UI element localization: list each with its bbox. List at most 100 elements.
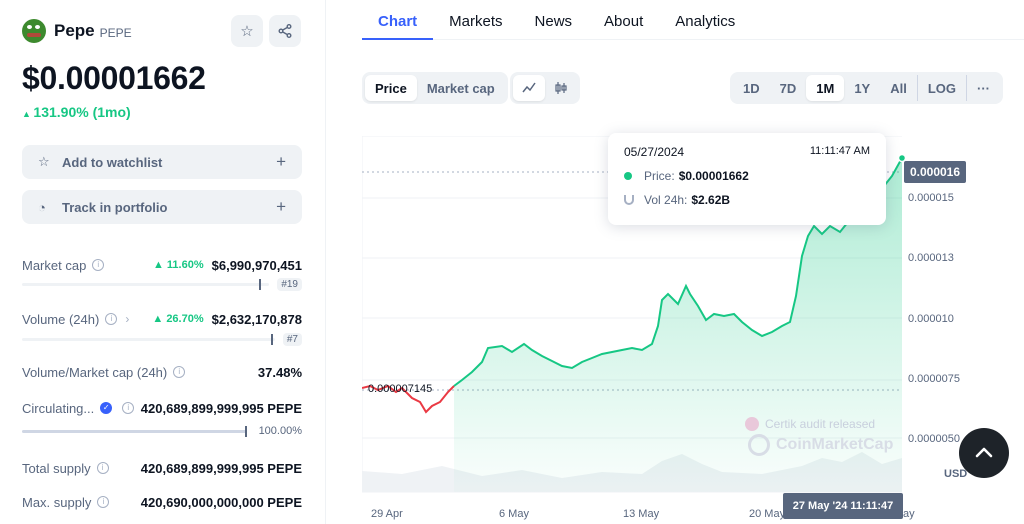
- candle-chart-button[interactable]: [545, 75, 577, 101]
- price-dot-icon: [624, 172, 632, 180]
- toggle-market-cap[interactable]: Market cap: [417, 75, 505, 101]
- chart-tooltip: 05/27/2024 11:11:47 AM Price: $0.0000166…: [608, 133, 886, 225]
- coin-overview-panel: Pepe PEPE ☆ $0.00001662 ▲ 131.90% (1mo) …: [0, 0, 326, 524]
- rank-bar: [22, 278, 270, 290]
- tooltip-vol-label: Vol 24h:: [644, 193, 688, 207]
- certik-icon: [745, 417, 759, 431]
- coin-name: Pepe: [54, 21, 95, 40]
- cmc-watermark: CoinMarketCap: [748, 434, 893, 456]
- info-icon[interactable]: i: [122, 402, 135, 414]
- tooltip-vol-value: $2.62B: [691, 193, 731, 207]
- info-icon[interactable]: i: [173, 366, 186, 378]
- price-change: ▲ 131.90% (1mo): [22, 104, 131, 120]
- tab-about[interactable]: About: [588, 0, 659, 40]
- hover-time-label: 27 May '24 11:11:47: [783, 493, 903, 519]
- share-icon: [278, 24, 292, 38]
- y-tick: 0.0000075: [908, 373, 960, 385]
- line-chart-button[interactable]: [513, 75, 545, 101]
- coin-header: Pepe PEPE ☆: [22, 14, 304, 48]
- stat-label: Volume (24h): [22, 311, 100, 327]
- stat-label: Volume/Market cap (24h): [22, 364, 168, 380]
- stat-label: Circulating...: [22, 400, 95, 416]
- toggle-price[interactable]: Price: [365, 75, 417, 101]
- rank-bar: [22, 333, 275, 345]
- plus-icon: +: [276, 152, 286, 171]
- range-1d[interactable]: 1D: [733, 75, 770, 101]
- stat-value: 420,689,899,999,995 PEPE: [140, 460, 302, 476]
- currency-label: USD: [944, 468, 968, 480]
- x-tick: ay: [903, 508, 915, 520]
- tab-markets[interactable]: Markets: [433, 0, 518, 40]
- share-button[interactable]: [269, 15, 301, 47]
- stat-label: Total supply: [22, 460, 91, 476]
- tab-chart[interactable]: Chart: [362, 0, 434, 40]
- stat-value: 420,689,899,999,995 PEPE: [140, 400, 302, 416]
- stat-label: Max. supply: [22, 494, 92, 510]
- tab-analytics[interactable]: Analytics: [659, 0, 751, 40]
- price-mcap-toggle: Price Market cap: [362, 72, 508, 104]
- star-icon: ☆: [38, 154, 50, 169]
- range-1y[interactable]: 1Y: [844, 75, 880, 101]
- stat-market-cap: Market cap i ▲ 11.60% $6,990,970,451: [22, 255, 302, 275]
- y-tick: 0.000010: [908, 313, 954, 325]
- log-scale-toggle[interactable]: LOG: [916, 75, 966, 101]
- x-tick: 6 May: [499, 508, 529, 520]
- info-icon[interactable]: i: [97, 496, 110, 508]
- stat-volume: Volume (24h) i › ▲ 26.70% $2,632,170,878: [22, 309, 302, 329]
- stat-max-supply: Max. supply i 420,690,000,000,000 PEPE: [22, 492, 302, 512]
- tooltip-price-value: $0.00001662: [678, 169, 749, 183]
- x-tick: 29 Apr: [371, 508, 403, 520]
- stat-label: Market cap: [22, 257, 87, 273]
- time-range-selector: 1D 7D 1M 1Y All LOG ···: [730, 72, 1004, 104]
- stat-value: $6,990,970,451: [211, 257, 302, 273]
- scroll-to-top-button[interactable]: [959, 428, 1009, 478]
- stat-value: 420,690,000,000,000 PEPE: [140, 494, 302, 510]
- chevron-up-icon: [975, 447, 993, 458]
- stat-change: ▲ 11.60%: [152, 259, 204, 271]
- progress-bar: [22, 425, 247, 437]
- line-chart-icon: [522, 82, 536, 93]
- circulating-pct: 100.00%: [258, 425, 302, 437]
- plus-icon: +: [276, 197, 286, 216]
- stat-total-supply: Total supply i 420,689,899,999,995 PEPE: [22, 458, 302, 478]
- star-button[interactable]: ☆: [231, 15, 263, 47]
- main-tabs: Chart Markets News About Analytics: [362, 0, 1024, 40]
- tooltip-date: 05/27/2024: [624, 145, 685, 159]
- pie-chart-icon: ◔: [38, 199, 46, 215]
- tooltip-time: 11:11:47 AM: [809, 145, 870, 157]
- volume-icon: [624, 195, 634, 205]
- range-all[interactable]: All: [880, 75, 917, 101]
- market-cap-rank: #19: [22, 277, 302, 291]
- star-icon: ☆: [240, 23, 254, 40]
- certik-watermark: Certik audit released: [745, 417, 875, 431]
- track-portfolio-button[interactable]: ◔ Track in portfolio +: [22, 190, 302, 224]
- info-icon[interactable]: i: [96, 462, 109, 474]
- chevron-right-icon[interactable]: ›: [125, 312, 129, 326]
- x-tick: 13 May: [623, 508, 660, 520]
- caret-up-icon: ▲: [22, 109, 34, 119]
- stat-circulating: Circulating... ✓ i 420,689,899,999,995 P…: [22, 398, 302, 418]
- add-to-watchlist-button[interactable]: ☆ Add to watchlist +: [22, 145, 302, 179]
- volume-rank: #7: [22, 332, 302, 346]
- tooltip-price-label: Price:: [644, 169, 675, 183]
- stat-value: $2,632,170,878: [211, 311, 302, 327]
- info-icon[interactable]: i: [105, 313, 118, 325]
- pepe-logo: [22, 19, 46, 43]
- low-price-label: 0.000007145: [368, 383, 433, 395]
- chart-style-toggle: [510, 72, 580, 104]
- coin-symbol: PEPE: [99, 25, 132, 40]
- stat-change: ▲ 26.70%: [152, 313, 204, 325]
- info-icon[interactable]: i: [92, 259, 105, 271]
- rank-badge: #19: [277, 277, 302, 291]
- range-7d[interactable]: 7D: [770, 75, 807, 101]
- tab-news[interactable]: News: [519, 0, 589, 40]
- current-price-label: 0.000016: [904, 161, 966, 183]
- more-options-button[interactable]: ···: [966, 75, 1000, 101]
- y-tick: 0.000013: [908, 252, 954, 264]
- stat-vol-mcap: Volume/Market cap (24h) i 37.48%: [22, 362, 302, 382]
- verified-icon: ✓: [100, 402, 113, 414]
- range-1m[interactable]: 1M: [806, 75, 845, 101]
- candlestick-icon: [555, 82, 567, 94]
- watchlist-label: Add to watchlist: [62, 154, 163, 170]
- y-tick: 0.0000050: [908, 433, 960, 445]
